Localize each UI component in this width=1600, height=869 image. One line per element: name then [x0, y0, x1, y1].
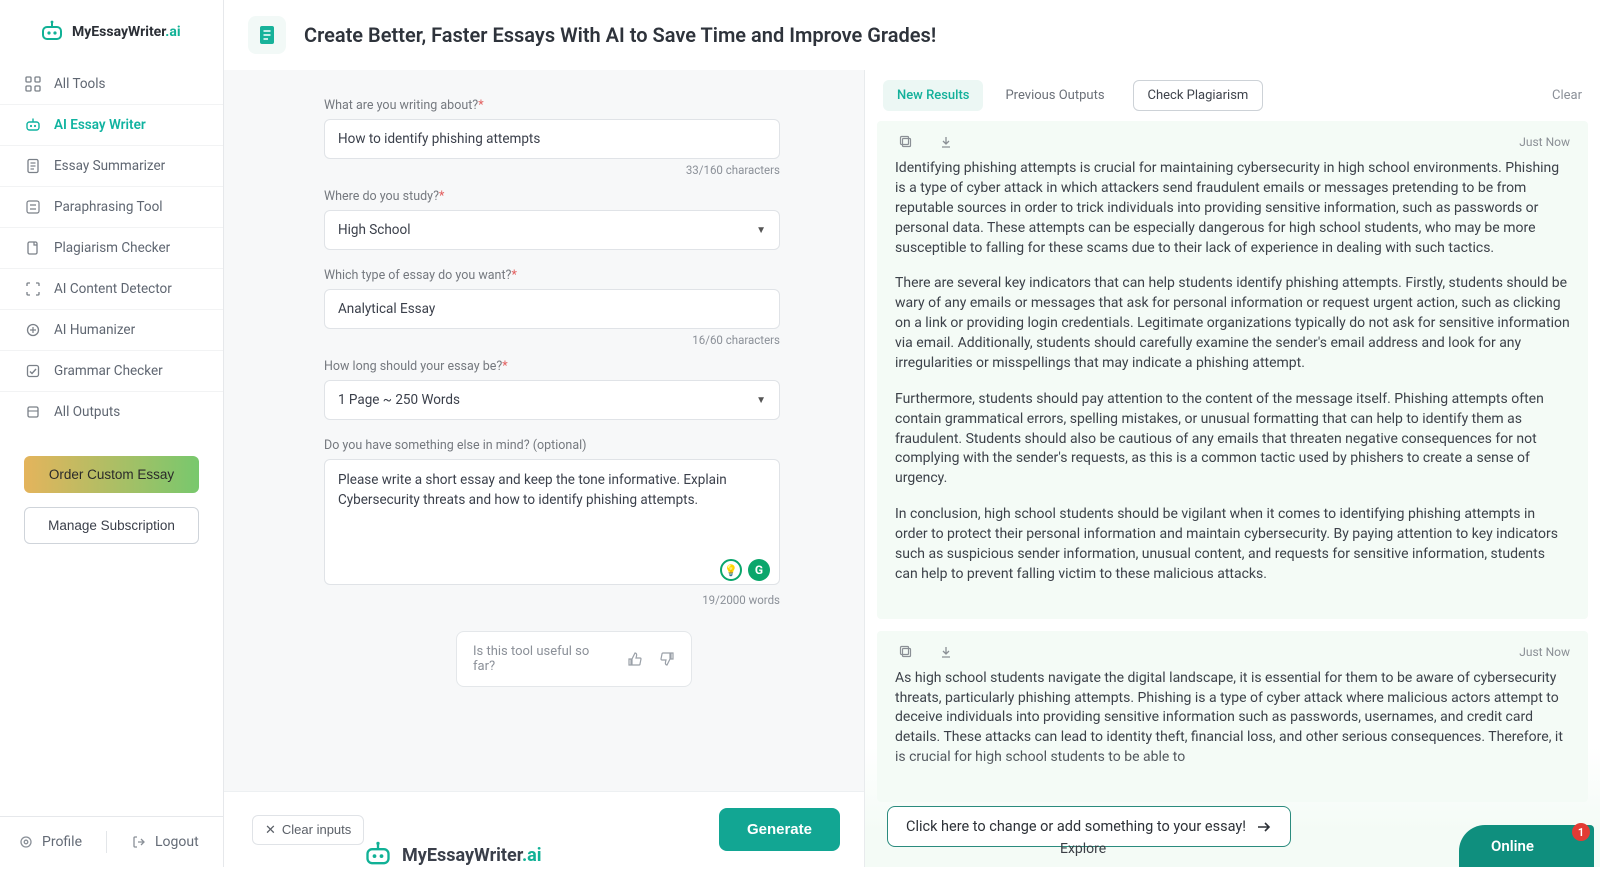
- essay-paragraph: There are several key indicators that ca…: [895, 274, 1570, 373]
- clear-output-button[interactable]: Clear: [1552, 88, 1582, 103]
- type-label: Which type of essay do you want?*: [324, 268, 824, 283]
- sidebar-item-essay-summarizer[interactable]: Essay Summarizer: [0, 146, 223, 187]
- essay-paragraph: In conclusion, high school students shou…: [895, 505, 1570, 585]
- logout-label: Logout: [155, 834, 199, 850]
- thumbs-up-icon[interactable]: [627, 651, 643, 667]
- swap-icon: [24, 198, 42, 216]
- footer-brand: MyEssayWriter.ai: [364, 841, 542, 869]
- scan-icon: [24, 280, 42, 298]
- stack-icon: [24, 403, 42, 421]
- type-counter: 16/60 characters: [324, 333, 780, 347]
- essay-type-input[interactable]: [324, 289, 780, 329]
- sidebar-item-all-outputs[interactable]: All Outputs: [0, 392, 223, 432]
- extra-counter: 19/2000 words: [324, 593, 780, 607]
- sidebar-nav: All Tools AI Essay Writer Essay Summariz…: [0, 60, 223, 436]
- sidebar-item-label: AI Humanizer: [54, 322, 135, 338]
- sidebar-item-label: AI Essay Writer: [54, 117, 146, 133]
- order-custom-essay-button[interactable]: Order Custom Essay: [24, 456, 199, 493]
- notification-badge: 1: [1572, 823, 1590, 841]
- sidebar-item-label: Paraphrasing Tool: [54, 199, 163, 215]
- length-select[interactable]: 1 Page ~ 250 Words ▼: [324, 380, 780, 420]
- download-icon[interactable]: [939, 135, 953, 149]
- sidebar-item-plagiarism-checker[interactable]: Plagiarism Checker: [0, 228, 223, 269]
- logout-link[interactable]: Logout: [131, 834, 199, 850]
- study-value: High School: [338, 222, 410, 238]
- result-card: Just Now As high school students navigat…: [877, 631, 1588, 802]
- page-header: Create Better, Faster Essays With AI to …: [224, 0, 1600, 70]
- suggestion-icon[interactable]: 💡: [720, 559, 742, 581]
- length-label: How long should your essay be?*: [324, 359, 824, 374]
- generate-button[interactable]: Generate: [719, 808, 840, 851]
- essay-paragraph: Identifying phishing attempts is crucial…: [895, 159, 1570, 258]
- feedback-question: Is this tool useful so far?: [473, 644, 611, 674]
- brand-name: MyEssayWriter.ai: [72, 24, 181, 40]
- grid-icon: [24, 75, 42, 93]
- divider: [106, 831, 107, 853]
- robot-icon: [24, 116, 42, 134]
- download-icon[interactable]: [939, 645, 953, 659]
- sidebar-item-label: Plagiarism Checker: [54, 240, 170, 256]
- essay-paragraph: Furthermore, students should pay attenti…: [895, 390, 1570, 489]
- check-plagiarism-button[interactable]: Check Plagiarism: [1133, 80, 1264, 111]
- close-icon: ✕: [265, 822, 276, 838]
- profile-link[interactable]: Profile: [18, 834, 82, 850]
- sidebar-item-label: Grammar Checker: [54, 363, 163, 379]
- length-value: 1 Page ~ 250 Words: [338, 392, 460, 408]
- thumbs-down-icon[interactable]: [659, 651, 675, 667]
- wand-icon: [24, 321, 42, 339]
- sidebar-item-label: All Outputs: [54, 404, 120, 420]
- grammarly-icon[interactable]: G: [748, 559, 770, 581]
- change-essay-label: Click here to change or add something to…: [906, 818, 1246, 835]
- robot-logo-icon: [364, 841, 392, 869]
- sidebar-item-label: All Tools: [54, 76, 106, 92]
- topic-label: What are you writing about?*: [324, 98, 824, 113]
- copy-icon[interactable]: [899, 645, 913, 659]
- sidebar-item-paraphrasing-tool[interactable]: Paraphrasing Tool: [0, 187, 223, 228]
- extra-label: Do you have something else in mind? (opt…: [324, 438, 824, 453]
- study-select[interactable]: High School ▼: [324, 210, 780, 250]
- chevron-down-icon: ▼: [756, 225, 766, 236]
- profile-label: Profile: [42, 834, 82, 850]
- sidebar-item-all-tools[interactable]: All Tools: [0, 64, 223, 105]
- sidebar-item-label: Essay Summarizer: [54, 158, 165, 174]
- topic-input[interactable]: [324, 119, 780, 159]
- essay-body: Identifying phishing attempts is crucial…: [895, 159, 1570, 585]
- timestamp: Just Now: [1519, 645, 1570, 659]
- paper-icon: [24, 239, 42, 257]
- manage-subscription-button[interactable]: Manage Subscription: [24, 507, 199, 544]
- explore-link[interactable]: Explore: [1060, 841, 1106, 857]
- logout-icon: [131, 834, 147, 850]
- tab-previous-outputs[interactable]: Previous Outputs: [991, 80, 1118, 111]
- robot-logo-icon: [40, 20, 64, 44]
- result-card: Just Now Identifying phishing attempts i…: [877, 121, 1588, 619]
- study-label: Where do you study?*: [324, 189, 824, 204]
- copy-icon[interactable]: [899, 135, 913, 149]
- page-title: Create Better, Faster Essays With AI to …: [304, 23, 936, 47]
- brand-logo[interactable]: MyEssayWriter.ai: [0, 0, 223, 60]
- clear-inputs-button[interactable]: ✕ Clear inputs: [252, 815, 364, 845]
- doc-page-icon: [248, 16, 286, 54]
- sidebar-item-ai-essay-writer[interactable]: AI Essay Writer: [0, 105, 223, 146]
- sidebar-item-ai-humanizer[interactable]: AI Humanizer: [0, 310, 223, 351]
- doc-icon: [24, 157, 42, 175]
- check-icon: [24, 362, 42, 380]
- arrow-right-icon: [1256, 820, 1272, 834]
- essay-body: As high school students navigate the dig…: [895, 669, 1570, 768]
- sidebar-item-grammar-checker[interactable]: Grammar Checker: [0, 351, 223, 392]
- sidebar-item-ai-content-detector[interactable]: AI Content Detector: [0, 269, 223, 310]
- chevron-down-icon: ▼: [756, 395, 766, 406]
- extra-textarea[interactable]: [324, 459, 780, 585]
- sidebar-item-label: AI Content Detector: [54, 281, 172, 297]
- essay-paragraph: As high school students navigate the dig…: [895, 669, 1570, 768]
- feedback-card: Is this tool useful so far?: [456, 631, 692, 687]
- tab-new-results[interactable]: New Results: [883, 80, 983, 111]
- clear-inputs-label: Clear inputs: [282, 822, 351, 837]
- topic-counter: 33/160 characters: [324, 163, 780, 177]
- timestamp: Just Now: [1519, 135, 1570, 149]
- gear-icon: [18, 834, 34, 850]
